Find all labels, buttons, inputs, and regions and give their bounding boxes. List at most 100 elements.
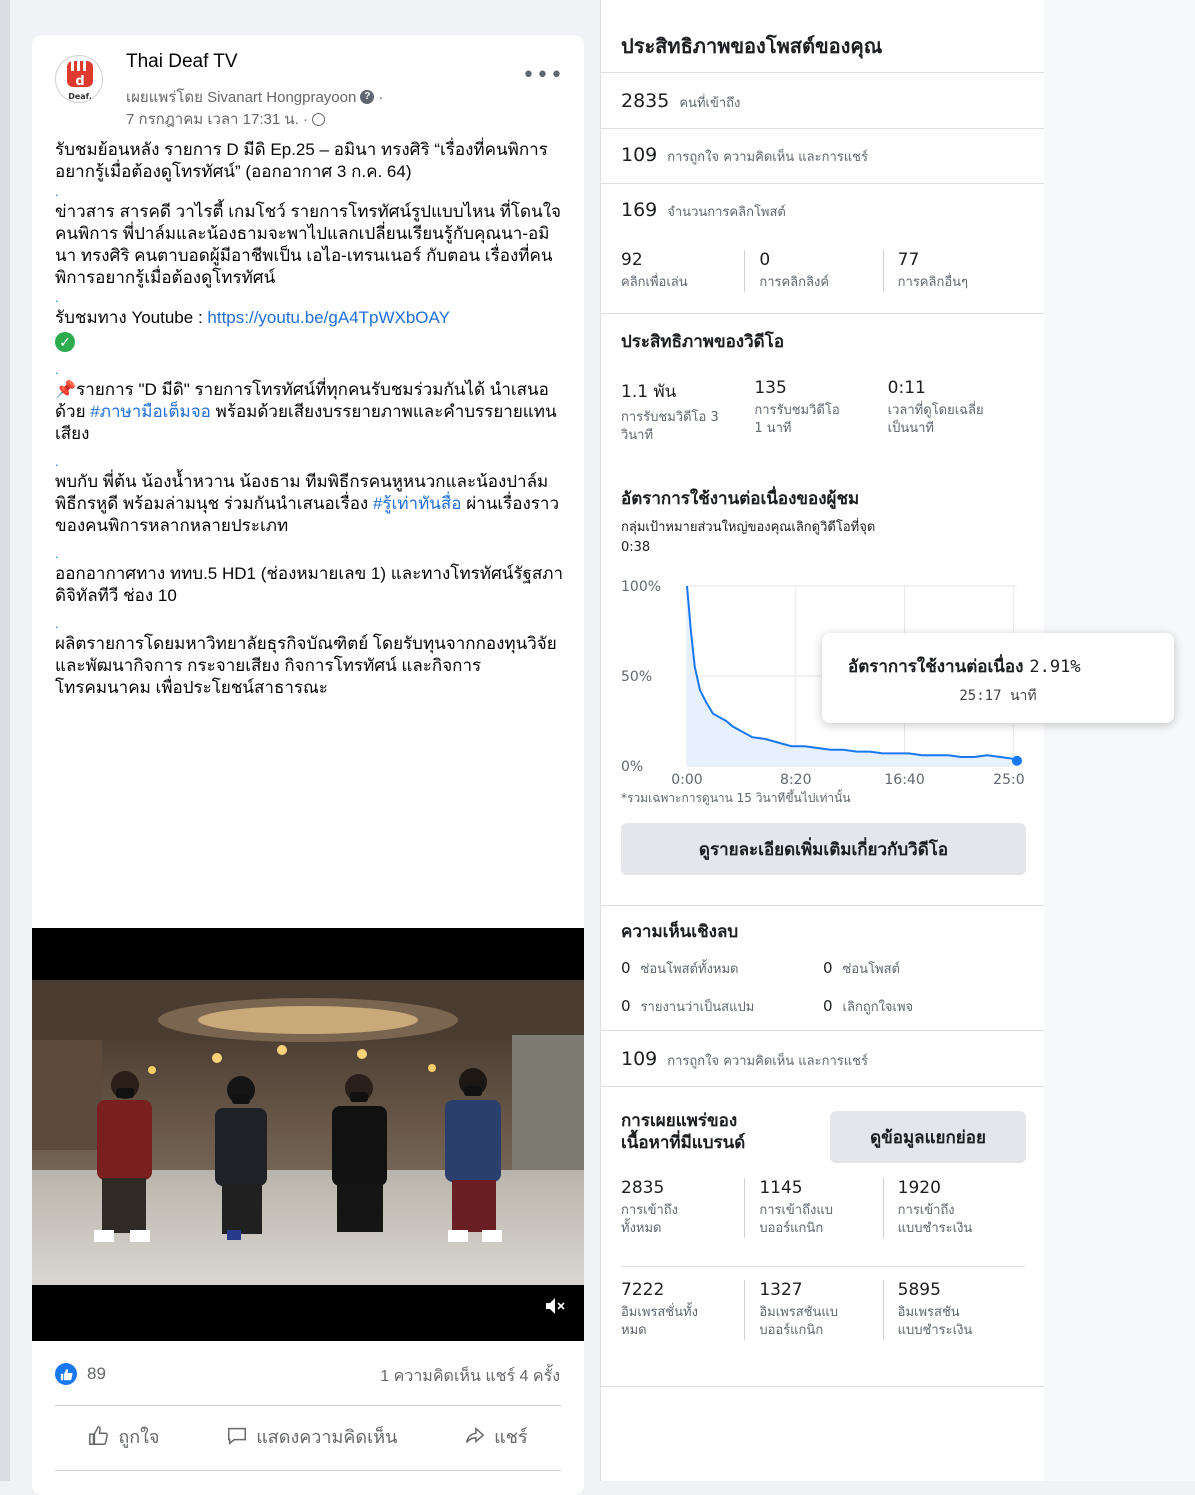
- comment-icon: [228, 1427, 247, 1445]
- post-actions: ถูกใจ แสดงความคิดเห็น แชร์: [55, 1416, 561, 1456]
- divider: [601, 313, 1044, 314]
- reach-breakdown-value: 1920: [897, 1178, 941, 1198]
- video-frame: [32, 980, 584, 1285]
- retention-tooltip: อัตราการใช้งานต่อเนื่อง 2.91% 25:17 นาที: [822, 633, 1174, 723]
- video-stat-label: การรับชมวิดีโอ 3: [621, 410, 719, 425]
- impression-value: 7222: [621, 1280, 665, 1300]
- video-performance-title: ประสิทธิภาพของวิดีโอ: [621, 332, 785, 352]
- comment-share-counts[interactable]: 1 ความคิดเห็น แชร์ 4 ครั้ง: [380, 1364, 560, 1389]
- post-paragraph: 📌รายการ "D มีดิ" รายการโทรทัศน์ที่ทุกคนร…: [55, 379, 570, 445]
- negative-value: 0: [621, 959, 631, 977]
- click-label: การคลิกลิงค์: [759, 275, 830, 290]
- video-stat-label: การรับชมวิดีโอ: [754, 403, 840, 418]
- retention-subtitle-line: กลุ่มเป้าหมายส่วนใหญ่ของคุณเลิกดูวิดีโอท…: [621, 520, 876, 535]
- hashtag-media-literacy[interactable]: #รู้เท่าทันสื่อ: [373, 494, 462, 513]
- x-tick-label: 8:20: [780, 772, 811, 788]
- impression-value: 5895: [897, 1280, 941, 1300]
- reach-breakdown: 2835 การเข้าถึง ทั้งหมด 1145 การเข้าถึงแ…: [621, 1178, 1021, 1238]
- video-stat-label: เวลาที่ดูโดยเฉลี่ย: [887, 403, 984, 418]
- y-tick-label: 50%: [621, 669, 652, 685]
- tooltip-value: 2.91%: [1029, 657, 1081, 677]
- post-date-text[interactable]: 7 กรกฎาคม เวลา 17:31 น. ·: [126, 107, 308, 131]
- share-button[interactable]: แชร์: [464, 1422, 528, 1451]
- post-date: 7 กรกฎาคม เวลา 17:31 น. ·: [126, 107, 325, 131]
- comment-button[interactable]: แสดงความคิดเห็น: [226, 1422, 397, 1451]
- impression-cell: 1327 อิมเพรสชันแบ บออร์แกนิก: [744, 1280, 882, 1340]
- click-label: การคลิกอื่นๆ: [897, 275, 969, 290]
- negative-value: 0: [823, 997, 833, 1015]
- reach-breakdown-label: การเข้าถึง: [897, 1203, 955, 1218]
- negative-item: 0 เลิกถูกใจเพจ: [823, 996, 913, 1017]
- insights-panel: ประสิทธิภาพของโพสต์ของคุณ 2835 คนที่เข้า…: [600, 0, 1044, 1481]
- dot-line: .: [55, 362, 59, 377]
- click-cell: 92 คลิกเพื่อเล่น: [621, 250, 744, 292]
- video-stats: 1.1 พัน การรับชมวิดีโอ 3 วินาที 135 การร…: [621, 378, 1021, 445]
- reach-stat: 2835 คนที่เข้าถึง: [621, 90, 740, 113]
- reach-breakdown-label: การเข้าถึงแบ: [759, 1203, 833, 1218]
- dot-line: .: [55, 454, 59, 469]
- impression-label: บออร์แกนิก: [759, 1323, 824, 1338]
- post-clicks-label: จำนวนการคลิกโพสต์: [667, 205, 786, 220]
- check-icon: ✓: [55, 332, 75, 352]
- reach-breakdown-label: ทั้งหมด: [621, 1221, 662, 1236]
- published-by-text: เผยแพร่โดย Sivanart Hongprayoon: [126, 89, 357, 106]
- share-label: แชร์: [494, 1426, 528, 1447]
- published-by: เผยแพร่โดย Sivanart Hongprayoon ? ·: [126, 85, 383, 109]
- info-icon[interactable]: ?: [360, 90, 375, 104]
- mute-icon[interactable]: [544, 1295, 566, 1317]
- divider: [55, 1405, 561, 1406]
- pin-icon: 📌: [55, 380, 77, 399]
- divider: [55, 1470, 561, 1471]
- divider: [601, 72, 1044, 73]
- page-name[interactable]: Thai Deaf TV: [126, 51, 238, 73]
- post-body: รับชมย้อนหลัง รายการ D มีดิ Ep.25 – อมิน…: [55, 139, 570, 699]
- post-paragraph: ผลิตรายการโดยมหาวิทยาลัยธุรกิจบัณฑิตย์ โ…: [55, 634, 557, 697]
- negative-label: ซ่อนโพสต์: [842, 962, 900, 977]
- divider: [601, 905, 1044, 906]
- like-button[interactable]: ถูกใจ: [88, 1422, 159, 1451]
- share-icon: [466, 1427, 485, 1444]
- reach-breakdown-value: 2835: [621, 1178, 665, 1198]
- thumbs-up-icon: [89, 1426, 109, 1445]
- click-value: 0: [759, 250, 771, 270]
- dot-line: .: [55, 616, 59, 631]
- impression-label: แบบชำระเงิน: [897, 1323, 973, 1338]
- divider: [601, 128, 1044, 129]
- page-avatar[interactable]: d Deaf.: [55, 55, 103, 103]
- video-stat-cell: 1.1 พัน การรับชมวิดีโอ 3 วินาที: [621, 378, 754, 445]
- impression-label: อิมเพรสชัน: [897, 1305, 960, 1320]
- youtube-prefix: รับชมทาง Youtube :: [55, 308, 208, 327]
- hashtag-sign-language[interactable]: #ภาษามือเต็มจอ: [90, 402, 211, 421]
- branded-title-line: เนื้อหาที่มีแบรนด์: [621, 1133, 746, 1153]
- video-player[interactable]: [32, 928, 584, 1341]
- like-reaction-icon: [55, 1363, 77, 1385]
- post-clicks-stat: 169 จำนวนการคลิกโพสต์: [621, 199, 786, 222]
- more-options-button[interactable]: •••: [522, 63, 564, 88]
- reach-breakdown-label: การเข้าถึง: [621, 1203, 679, 1218]
- breakdown-button[interactable]: ดูข้อมูลแยกย่อย: [830, 1111, 1026, 1163]
- video-stat-cell: 0:11 เวลาที่ดูโดยเฉลี่ย เป็นนาที: [888, 378, 1021, 445]
- impression-label: อิมเพรสชั่นทั้ง: [621, 1305, 698, 1320]
- more-video-details-button[interactable]: ดูรายละเอียดเพิ่มเติมเกี่ยวกับวิดีโอ: [621, 823, 1026, 875]
- negative-label: เลิกถูกใจเพจ: [842, 1000, 914, 1015]
- y-tick-label: 0%: [621, 759, 643, 775]
- left-gutter: [0, 0, 10, 1481]
- reaction-summary[interactable]: 89: [55, 1363, 106, 1385]
- branded-content-title: การเผยแพร่ของ เนื้อหาที่มีแบรนด์: [621, 1110, 745, 1154]
- negative-label: รายงานว่าเป็นสแปม: [640, 1000, 755, 1015]
- engagement-value: 109: [621, 1048, 658, 1070]
- branded-title-line: การเผยแพร่ของ: [621, 1111, 738, 1131]
- engagement-stat-2: 109 การถูกใจ ความคิดเห็น และการแชร์: [621, 1048, 868, 1071]
- negative-value: 0: [621, 997, 631, 1015]
- x-tick-label: 16:40: [884, 772, 924, 788]
- reach-breakdown-cell: 1145 การเข้าถึงแบ บออร์แกนิก: [744, 1178, 882, 1238]
- engagement-value: 109: [621, 144, 658, 166]
- tooltip-label: อัตราการใช้งานต่อเนื่อง: [848, 657, 1024, 677]
- youtube-link[interactable]: https://youtu.be/gA4TpWXbOAY: [207, 308, 450, 327]
- deaf-logo-icon: d Deaf.: [67, 61, 93, 101]
- divider: [621, 1266, 1025, 1267]
- impression-cell: 5895 อิมเพรสชัน แบบชำระเงิน: [882, 1280, 1021, 1340]
- x-tick-label: 0:00: [671, 772, 702, 788]
- video-stat-label: เป็นนาที: [887, 421, 934, 436]
- click-cell: 0 การคลิกลิงค์: [744, 250, 882, 292]
